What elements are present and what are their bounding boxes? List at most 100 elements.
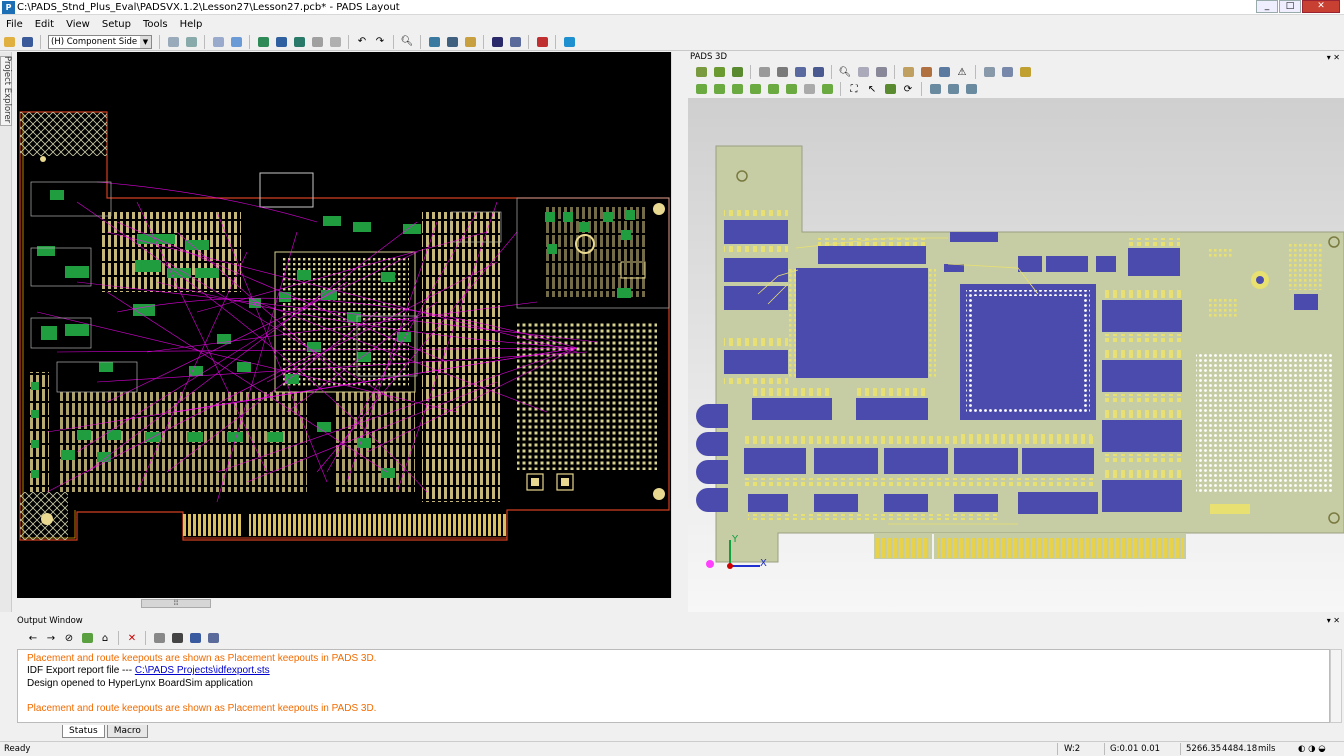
forward-icon[interactable]: → bbox=[43, 631, 59, 645]
pads3d-viewport[interactable]: X Y bbox=[688, 98, 1344, 612]
select-icon[interactable] bbox=[693, 65, 709, 79]
menu-file[interactable]: File bbox=[0, 19, 29, 30]
settings-icon[interactable] bbox=[981, 65, 997, 79]
warning-icon[interactable]: ⚠ bbox=[954, 65, 970, 79]
menu-setup[interactable]: Setup bbox=[96, 19, 137, 30]
route-icon[interactable] bbox=[255, 35, 271, 49]
view-right-icon[interactable] bbox=[801, 82, 817, 96]
view-back-icon[interactable] bbox=[765, 82, 781, 96]
menu-view[interactable]: View bbox=[60, 19, 96, 30]
drc-icon[interactable] bbox=[534, 35, 550, 49]
collision-icon[interactable] bbox=[936, 65, 952, 79]
panel-controls[interactable]: ▾ ✕ bbox=[1327, 615, 1340, 627]
tab-status[interactable]: Status bbox=[62, 725, 105, 738]
minimize-button[interactable]: _ bbox=[1256, 0, 1278, 13]
toolbar-separator bbox=[249, 34, 250, 49]
view-left-icon[interactable] bbox=[783, 82, 799, 96]
display-icon[interactable] bbox=[489, 35, 505, 49]
export-icon[interactable] bbox=[756, 65, 772, 79]
view-front-icon[interactable] bbox=[747, 82, 763, 96]
toolbar-separator bbox=[528, 34, 529, 49]
pcb-design-canvas[interactable] bbox=[17, 52, 671, 598]
output-vertical-scrollbar[interactable] bbox=[1330, 649, 1342, 723]
status-units: mils bbox=[1258, 744, 1276, 754]
view-iso-icon[interactable] bbox=[693, 82, 709, 96]
stop-icon[interactable]: ⊘ bbox=[61, 631, 77, 645]
menu-help[interactable]: Help bbox=[174, 19, 209, 30]
rotate-icon[interactable] bbox=[729, 65, 745, 79]
measure-icon[interactable] bbox=[444, 35, 460, 49]
fit-icon[interactable]: ⛶ bbox=[846, 82, 862, 96]
layer-dropdown[interactable]: (H) Component Side Layer▼ bbox=[48, 34, 152, 49]
delete-icon[interactable]: ✕ bbox=[124, 631, 140, 645]
undo-icon[interactable]: ↶ bbox=[354, 35, 370, 49]
toolbar-separator bbox=[145, 631, 146, 645]
window-icon[interactable] bbox=[507, 35, 523, 49]
zoom-extents-icon[interactable] bbox=[855, 65, 871, 79]
view-bottom-icon[interactable] bbox=[729, 82, 745, 96]
home-icon[interactable]: ⌂ bbox=[97, 631, 113, 645]
status-icons[interactable]: ◐ ◑ ◒ bbox=[1298, 742, 1326, 756]
menu-tools[interactable]: Tools bbox=[137, 19, 174, 30]
tab-macro[interactable]: Macro bbox=[106, 725, 148, 738]
grid-icon[interactable] bbox=[273, 35, 289, 49]
save-icon[interactable] bbox=[19, 35, 35, 49]
refresh-icon[interactable]: ⟳ bbox=[900, 82, 916, 96]
panel-controls[interactable]: ▾ ✕ bbox=[1327, 52, 1340, 63]
menu-edit[interactable]: Edit bbox=[29, 19, 60, 30]
ruler-icon[interactable] bbox=[327, 35, 343, 49]
pcb-horizontal-scrollbar[interactable]: ⦙⦙⦙ bbox=[17, 598, 671, 610]
macro-icon[interactable] bbox=[187, 631, 203, 645]
refresh-icon[interactable] bbox=[79, 631, 95, 645]
pcb-artwork bbox=[19, 111, 670, 541]
edge-connector bbox=[183, 514, 507, 539]
options-icon[interactable] bbox=[999, 65, 1015, 79]
maximize-button[interactable]: □ bbox=[1279, 0, 1301, 13]
output-message: Placement and route keepouts are shown a… bbox=[27, 702, 377, 714]
pan-icon[interactable] bbox=[882, 82, 898, 96]
columns-icon[interactable] bbox=[205, 631, 221, 645]
print-icon[interactable] bbox=[774, 65, 790, 79]
sync-icon[interactable] bbox=[945, 82, 961, 96]
measure-icon[interactable] bbox=[900, 65, 916, 79]
find-icon[interactable] bbox=[169, 631, 185, 645]
layer-icon[interactable] bbox=[210, 35, 226, 49]
sketch-icon[interactable] bbox=[309, 35, 325, 49]
view-top-icon[interactable] bbox=[711, 82, 727, 96]
pcb-3d-render: X Y bbox=[696, 145, 1344, 569]
highlight-icon[interactable] bbox=[462, 35, 478, 49]
pcb-vertical-scrollbar[interactable] bbox=[671, 52, 683, 598]
lock-icon[interactable] bbox=[1017, 65, 1033, 79]
zoom-icon[interactable]: 🔍︎ bbox=[399, 35, 415, 49]
push-icon[interactable] bbox=[963, 82, 979, 96]
clearance-icon[interactable] bbox=[918, 65, 934, 79]
close-button[interactable]: ✕ bbox=[1302, 0, 1340, 13]
model-icon[interactable] bbox=[810, 65, 826, 79]
pointer-icon[interactable]: ↖ bbox=[864, 82, 880, 96]
move-icon[interactable] bbox=[711, 65, 727, 79]
chevron-down-icon[interactable]: ▼ bbox=[140, 35, 151, 48]
library-icon[interactable] bbox=[792, 65, 808, 79]
print-icon[interactable] bbox=[151, 631, 167, 645]
toolbar-separator bbox=[420, 34, 421, 49]
view-reset-icon[interactable] bbox=[819, 82, 835, 96]
back-icon[interactable]: ← bbox=[25, 631, 41, 645]
pads3d-icon[interactable] bbox=[561, 35, 577, 49]
open-icon[interactable] bbox=[1, 35, 17, 49]
status-ready: Ready bbox=[4, 744, 31, 754]
report-file-link[interactable]: C:\PADS Projects\idfexport.sts bbox=[135, 665, 270, 676]
camera-icon[interactable] bbox=[873, 65, 889, 79]
pan-icon[interactable] bbox=[426, 35, 442, 49]
zoom-icon[interactable]: 🔍︎ bbox=[837, 65, 853, 79]
redo-icon[interactable]: ↷ bbox=[372, 35, 388, 49]
copy-icon[interactable] bbox=[165, 35, 181, 49]
cross-probe-icon[interactable] bbox=[927, 82, 943, 96]
toolbar-separator bbox=[159, 34, 160, 49]
toolbar-separator bbox=[921, 82, 922, 96]
scrollbar-thumb[interactable]: ⦙⦙⦙ bbox=[141, 599, 211, 608]
project-explorer-tab[interactable]: Project Explorer bbox=[0, 56, 12, 126]
autoroute-icon[interactable] bbox=[291, 35, 307, 49]
layer-dropdown-value: (H) Component Side Layer bbox=[51, 36, 151, 47]
refresh-icon[interactable] bbox=[183, 35, 199, 49]
properties-icon[interactable] bbox=[228, 35, 244, 49]
